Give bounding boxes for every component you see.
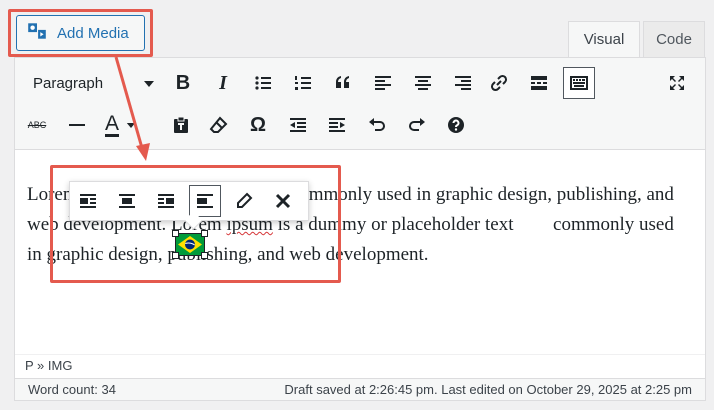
paste-text-button[interactable] bbox=[165, 109, 197, 141]
align-right-icon bbox=[158, 194, 174, 208]
tab-visual[interactable]: Visual bbox=[568, 21, 640, 57]
media-icon bbox=[26, 20, 48, 46]
italic-button[interactable]: I bbox=[207, 67, 239, 99]
indent-button[interactable] bbox=[321, 109, 353, 141]
format-select-value: Paragraph bbox=[33, 74, 104, 92]
status-bar: Word count: 34 Draft saved at 2:26:45 pm… bbox=[15, 378, 705, 400]
horizontal-line-icon bbox=[69, 124, 85, 126]
close-icon bbox=[275, 193, 291, 209]
editor-toolbar: Paragraph B I ABC A Ω bbox=[15, 58, 705, 150]
toolbar-toggle-button[interactable] bbox=[563, 67, 595, 99]
undo-button[interactable] bbox=[361, 109, 393, 141]
help-icon bbox=[448, 117, 464, 133]
read-more-button[interactable] bbox=[523, 67, 555, 99]
fullscreen-button[interactable] bbox=[661, 67, 693, 99]
strikethrough-icon: ABC bbox=[27, 120, 47, 130]
resize-handle-nw[interactable] bbox=[172, 230, 179, 237]
read-more-icon bbox=[531, 76, 547, 90]
quote-icon bbox=[336, 76, 349, 88]
word-count: Word count: 34 bbox=[28, 382, 116, 397]
add-media-button[interactable]: Add Media bbox=[16, 15, 145, 51]
image-align-center-button[interactable] bbox=[111, 185, 143, 217]
editor: Paragraph B I ABC A Ω Lorem ipsum is a p… bbox=[14, 57, 706, 401]
bold-icon: B bbox=[175, 71, 191, 94]
pencil-icon bbox=[237, 192, 253, 208]
align-right-icon bbox=[455, 76, 471, 90]
fullscreen-icon bbox=[670, 76, 684, 90]
insert-link-button[interactable] bbox=[483, 67, 515, 99]
selected-image[interactable] bbox=[175, 233, 205, 256]
chevron-down-icon bbox=[126, 122, 136, 128]
blockquote-button[interactable] bbox=[327, 67, 359, 99]
draft-status: Draft saved at 2:26:45 pm. Last edited o… bbox=[284, 382, 692, 397]
image-toolbar bbox=[69, 181, 309, 221]
element-path: P » IMG bbox=[15, 354, 705, 378]
align-center-icon bbox=[119, 194, 135, 208]
redo-button[interactable] bbox=[401, 109, 433, 141]
resize-handle-ne[interactable] bbox=[201, 230, 208, 237]
bullet-list-button[interactable] bbox=[247, 67, 279, 99]
image-align-none-button[interactable] bbox=[189, 185, 221, 217]
outdent-icon bbox=[290, 118, 306, 132]
indent-icon bbox=[329, 118, 345, 132]
align-left-icon bbox=[375, 76, 391, 90]
undo-icon bbox=[369, 118, 385, 131]
resize-handle-sw[interactable] bbox=[172, 252, 179, 259]
omega-icon: Ω bbox=[249, 113, 267, 136]
strikethrough-button[interactable]: ABC bbox=[21, 109, 53, 141]
align-left-icon bbox=[80, 194, 96, 208]
tab-code[interactable]: Code bbox=[643, 21, 705, 57]
special-character-button[interactable]: Ω bbox=[242, 109, 274, 141]
clear-formatting-button[interactable] bbox=[203, 109, 235, 141]
italic-icon: I bbox=[219, 71, 227, 94]
editor-content[interactable]: Lorem ipsum is a placeholder text common… bbox=[15, 150, 705, 350]
horizontal-line-button[interactable] bbox=[61, 109, 93, 141]
help-button[interactable] bbox=[440, 109, 472, 141]
paragraph-text-3: is a dummy or placeholder text bbox=[272, 214, 519, 235]
outdent-button[interactable] bbox=[282, 109, 314, 141]
text-color-icon: A bbox=[104, 111, 119, 137]
text-color-button[interactable]: A bbox=[101, 109, 123, 141]
clipboard-icon bbox=[174, 116, 188, 133]
align-none-icon bbox=[197, 194, 213, 208]
image-edit-button[interactable] bbox=[228, 185, 260, 217]
redo-icon bbox=[409, 118, 425, 131]
eraser-icon bbox=[209, 116, 228, 133]
image-align-left-button[interactable] bbox=[72, 185, 104, 217]
bold-button[interactable]: B bbox=[167, 67, 199, 99]
text-color-dropdown[interactable] bbox=[123, 109, 139, 141]
bullet-list-icon bbox=[255, 76, 271, 90]
keyboard-icon bbox=[570, 76, 588, 90]
resize-handle-se[interactable] bbox=[201, 252, 208, 259]
brazil-flag-image bbox=[176, 234, 204, 255]
link-icon bbox=[490, 74, 508, 92]
add-media-label: Add Media bbox=[57, 24, 129, 42]
format-select[interactable]: Paragraph bbox=[21, 67, 161, 99]
align-right-button[interactable] bbox=[447, 67, 479, 99]
align-center-button[interactable] bbox=[407, 67, 439, 99]
align-center-icon bbox=[415, 76, 431, 90]
image-remove-button[interactable] bbox=[267, 185, 299, 217]
align-left-button[interactable] bbox=[367, 67, 399, 99]
chevron-down-icon bbox=[143, 75, 155, 92]
numbered-list-button[interactable] bbox=[287, 67, 319, 99]
image-align-right-button[interactable] bbox=[150, 185, 182, 217]
numbered-list-icon bbox=[295, 76, 311, 90]
